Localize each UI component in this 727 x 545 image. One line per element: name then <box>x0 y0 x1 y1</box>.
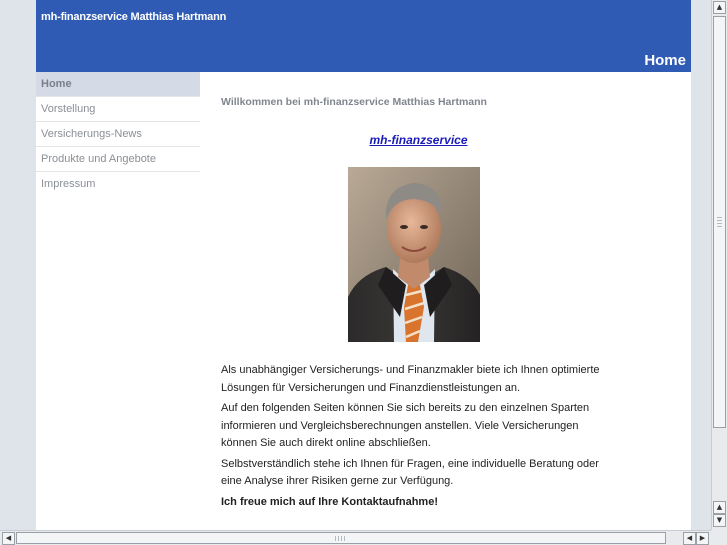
page-container: mh-finanzservice Matthias Hartmann Home … <box>36 0 691 530</box>
closing-line: Ich freue mich auf Ihre Kontaktaufnahme! <box>221 495 438 508</box>
vertical-scrollbar[interactable]: ▲ ▲ ▼ <box>711 0 727 530</box>
brand-link[interactable]: mh-finanzservice <box>369 133 467 147</box>
intro-paragraph: Auf den folgenden Seiten können Sie sich… <box>221 402 590 449</box>
sidebar-item-impressum[interactable]: Impressum <box>36 172 200 197</box>
welcome-heading: Willkommen bei mh-finanzservice Matthias… <box>221 96 487 108</box>
portrait-photo <box>348 167 480 342</box>
main-content: Willkommen bei mh-finanzservice Matthias… <box>221 96 616 508</box>
site-header: mh-finanzservice Matthias Hartmann Home <box>36 0 691 72</box>
sidebar-item-produkte[interactable]: Produkte und Angebote <box>36 147 200 172</box>
page-heading: Home <box>644 52 686 69</box>
intro-text: Als unabhängiger Versicherungs- und Fina… <box>221 362 616 514</box>
horizontal-scroll-thumb[interactable] <box>16 532 666 544</box>
scroll-left-arrow-icon[interactable]: ◀ <box>683 532 696 545</box>
scroll-right-arrow-icon[interactable]: ▶ <box>696 532 709 545</box>
horizontal-scrollbar[interactable]: ◀ ◀ ▶ <box>0 530 711 545</box>
scroll-down-arrow-icon[interactable]: ▼ <box>713 514 726 527</box>
intro-paragraph: Als unabhängiger Versicherungs- und Fina… <box>221 364 600 394</box>
scroll-up-arrow-icon[interactable]: ▲ <box>713 1 726 14</box>
intro-paragraph: Selbstverständlich stehe ich Ihnen für F… <box>221 457 599 488</box>
sidebar-item-home[interactable]: Home <box>36 72 200 97</box>
vertical-scroll-thumb[interactable] <box>713 16 726 428</box>
sidebar-item-vorstellung[interactable]: Vorstellung <box>36 97 200 122</box>
scroll-up-arrow-icon[interactable]: ▲ <box>713 501 726 514</box>
sidebar-item-versicherungs-news[interactable]: Versicherungs-News <box>36 122 200 147</box>
scroll-left-arrow-icon[interactable]: ◀ <box>2 532 15 545</box>
sidebar-nav: Home Vorstellung Versicherungs-News Prod… <box>36 72 200 197</box>
scrollbar-corner <box>711 530 727 545</box>
site-title: mh-finanzservice Matthias Hartmann <box>41 11 227 23</box>
